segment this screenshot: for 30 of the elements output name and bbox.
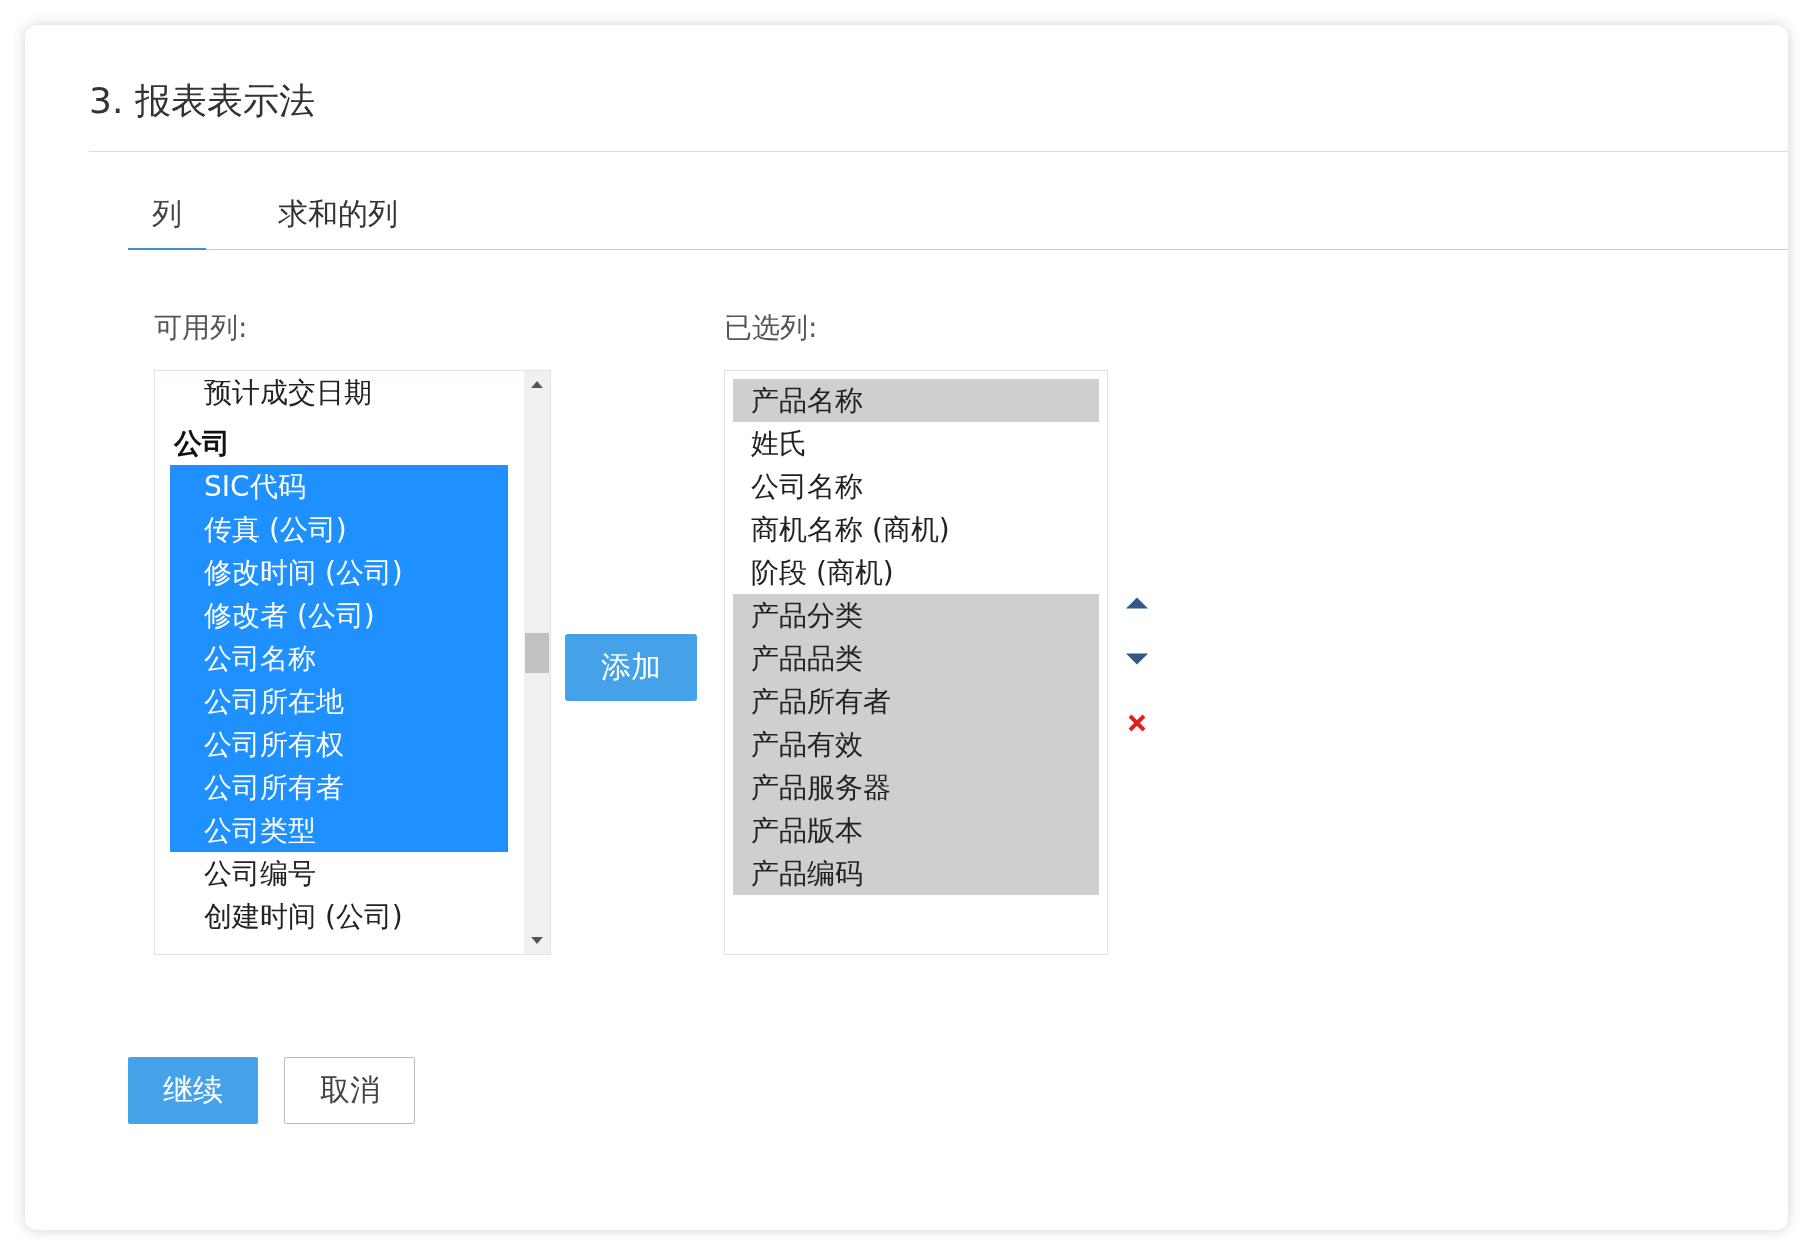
list-option[interactable]: 公司名称 bbox=[733, 465, 1099, 508]
list-label: 已选列: bbox=[724, 310, 818, 346]
list-option[interactable]: 产品服务器 bbox=[733, 766, 1099, 809]
list-option[interactable]: 产品版本 bbox=[733, 809, 1099, 852]
cancel-button[interactable]: 取消 bbox=[284, 1057, 415, 1124]
scrollbar-thumb[interactable] bbox=[525, 633, 549, 673]
tab[interactable]: 求和的列 bbox=[254, 194, 422, 250]
section-title: 3. 报表表示法 bbox=[89, 79, 315, 123]
list-option[interactable]: 创建时间 (公司) bbox=[170, 895, 508, 938]
list-option[interactable]: 阶段 (商机) bbox=[733, 551, 1099, 594]
move-up-icon[interactable] bbox=[1126, 597, 1148, 609]
list-option[interactable]: 产品编码 bbox=[733, 852, 1099, 895]
list-option[interactable]: 商机名称 (商机) bbox=[733, 508, 1099, 551]
group-header: 公司 bbox=[172, 426, 231, 462]
list-option[interactable]: 产品有效 bbox=[733, 723, 1099, 766]
list-option[interactable]: 公司编号 bbox=[170, 852, 508, 895]
available-list[interactable]: 预计成交日期 公司 SIC代码 传真 (公司) 修改时间 (公司) 修改者 (公司) 公司名称 公司所在地 公司所有权 公司所有者 公司类型 公司编号 创建时间 (公司) bbox=[154, 370, 551, 955]
scroll-up-icon[interactable] bbox=[531, 381, 543, 388]
list-option[interactable]: 预计成交日期 bbox=[170, 371, 508, 414]
list-option[interactable]: 产品名称 bbox=[733, 379, 1099, 422]
list-option[interactable]: 产品所有者 bbox=[733, 680, 1099, 723]
list-label: 可用列: bbox=[154, 310, 248, 346]
selected-list[interactable]: 产品名称 姓氏 公司名称 商机名称 (商机) 阶段 (商机) 产品分类 产品品类 产品所有者 产品有效 产品服务器 产品版本 产品编码 bbox=[724, 370, 1108, 955]
tab[interactable]: 列 bbox=[128, 194, 206, 250]
list-option[interactable]: 姓氏 bbox=[733, 422, 1099, 465]
list-option[interactable]: 产品品类 bbox=[733, 637, 1099, 680]
move-down-icon[interactable] bbox=[1126, 653, 1148, 665]
list-option[interactable]: 产品分类 bbox=[733, 594, 1099, 637]
remove-icon[interactable] bbox=[1127, 713, 1147, 733]
scroll-down-icon[interactable] bbox=[531, 937, 543, 944]
